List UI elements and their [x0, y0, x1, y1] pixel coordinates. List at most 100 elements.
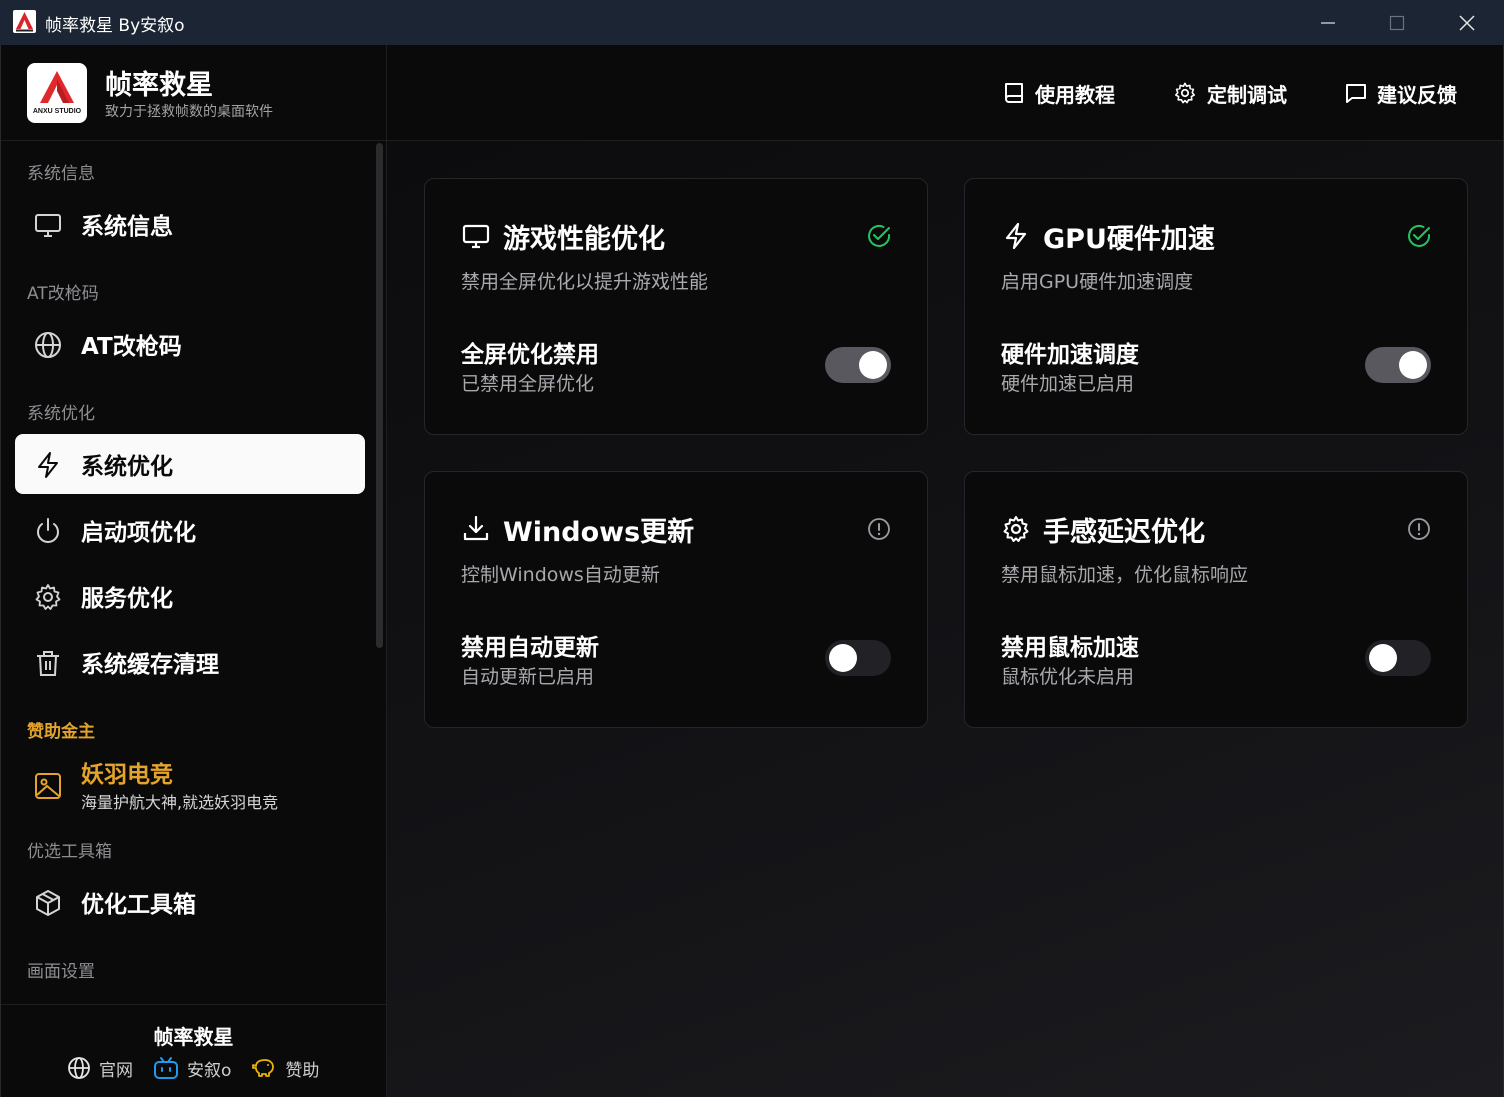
- sidebar-item-at-code[interactable]: AT改枪码: [15, 314, 365, 374]
- piggy-bank-icon: [252, 1059, 275, 1077]
- lightning-icon: [1005, 222, 1027, 250]
- custom-debug-label: 定制调试: [1207, 82, 1287, 107]
- card-game-performance: 游戏性能优化 禁用全屏优化以提升游戏性能 全屏优化禁用 已禁用全屏优化: [424, 178, 928, 435]
- sidebar-item-startup[interactable]: 启动项优化: [15, 500, 365, 560]
- feedback-button[interactable]: 建议反馈: [1345, 77, 1457, 109]
- setting-title: 全屏优化禁用: [461, 342, 599, 368]
- sidebar-item-system-info[interactable]: 系统信息: [15, 194, 365, 254]
- footer-link-donate[interactable]: 赞助: [251, 1056, 319, 1081]
- maximize-icon: [1389, 15, 1405, 30]
- card-description: 启用GPU硬件加速调度: [1001, 271, 1194, 293]
- close-button[interactable]: [1432, 0, 1502, 45]
- auto-update-toggle[interactable]: [825, 640, 891, 676]
- sidebar-item-label: 启动项优化: [81, 520, 196, 546]
- sidebar-item-toolbox[interactable]: 优化工具箱: [15, 872, 365, 932]
- section-label-optimization: 系统优化: [27, 404, 95, 424]
- feedback-label: 建议反馈: [1377, 82, 1457, 107]
- sidebar-footer: 帧率救星 官网 安叙o 赞助: [1, 1004, 386, 1097]
- gear-icon: [35, 584, 61, 610]
- footer-link-website[interactable]: 官网: [67, 1056, 133, 1081]
- hardware-acceleration-toggle[interactable]: [1365, 347, 1431, 383]
- book-icon: [1005, 83, 1023, 103]
- card-title: GPU硬件加速: [1043, 224, 1215, 255]
- app-icon: [13, 10, 36, 33]
- card-description: 控制Windows自动更新: [461, 564, 660, 586]
- info-circle-icon: [1408, 518, 1430, 540]
- sidebar-item-label: 服务优化: [81, 586, 173, 612]
- globe-icon: [35, 332, 61, 358]
- toggle-knob: [1399, 351, 1427, 379]
- gear-icon: [1175, 82, 1195, 104]
- sponsor-name: 妖羽电竞: [81, 762, 173, 788]
- bilibili-icon: [154, 1057, 178, 1079]
- card-title: Windows更新: [503, 517, 695, 548]
- setting-status: 鼠标优化未启用: [1001, 666, 1135, 688]
- main-content: 游戏性能优化 禁用全屏优化以提升游戏性能 全屏优化禁用 已禁用全屏优化 GPU硬…: [387, 141, 1503, 1097]
- gear-icon: [1003, 516, 1029, 542]
- footer-app-name: 帧率救星: [153, 1025, 234, 1049]
- toggle-knob: [829, 644, 857, 672]
- sidebar-item-sponsor[interactable]: 妖羽电竞 海量护航大神,就选妖羽电竞: [15, 749, 365, 819]
- window-title: 帧率救星 By安叙o: [45, 16, 185, 36]
- footer-link-bilibili[interactable]: 安叙o: [153, 1056, 231, 1081]
- sidebar-item-system-optimization[interactable]: 系统优化: [15, 434, 365, 494]
- image-icon: [35, 773, 61, 799]
- card-input-latency: 手感延迟优化 禁用鼠标加速，优化鼠标响应 禁用鼠标加速 鼠标优化未启用: [964, 471, 1468, 728]
- setting-title: 禁用自动更新: [461, 635, 599, 661]
- footer-links: 官网 安叙o 赞助: [67, 1055, 339, 1081]
- sidebar-item-label: 系统优化: [81, 454, 173, 480]
- section-label-sponsor: 赞助金主: [27, 722, 95, 742]
- sidebar-item-services[interactable]: 服务优化: [15, 566, 365, 626]
- sidebar-nav: 系统信息 系统信息 AT改枪码 AT改枪码 系统优化 系统优化 启动项优化 服务…: [1, 141, 386, 1004]
- fullscreen-optimization-toggle[interactable]: [825, 347, 891, 383]
- toggle-knob: [1369, 644, 1397, 672]
- minimize-icon: [1321, 21, 1335, 24]
- setting-title: 禁用鼠标加速: [1001, 635, 1139, 661]
- sidebar: ANXU STUDIO 帧率救星 致力于拯救帧数的桌面软件 系统信息 系统信息 …: [1, 45, 387, 1097]
- card-description: 禁用鼠标加速，优化鼠标响应: [1001, 564, 1249, 586]
- card-description: 禁用全屏优化以提升游戏性能: [461, 271, 709, 293]
- close-icon: [1459, 14, 1475, 31]
- svg-text:ANXU STUDIO: ANXU STUDIO: [33, 108, 82, 115]
- brand-tagline: 致力于拯救帧数的桌面软件: [105, 104, 273, 120]
- setting-status: 已禁用全屏优化: [461, 373, 595, 395]
- section-label-system-info: 系统信息: [27, 164, 95, 184]
- top-header: 使用教程 定制调试 建议反馈: [387, 45, 1503, 141]
- mouse-acceleration-toggle[interactable]: [1365, 640, 1431, 676]
- footer-link-label: 官网: [99, 1060, 133, 1081]
- footer-link-label: 赞助: [285, 1060, 320, 1081]
- card-windows-update: Windows更新 控制Windows自动更新 禁用自动更新 自动更新已启用: [424, 471, 928, 728]
- brand-logo: ANXU STUDIO: [27, 63, 87, 123]
- section-label-toolbox: 优选工具箱: [27, 842, 112, 862]
- footer-link-label: 安叙o: [187, 1060, 232, 1081]
- setting-status: 硬件加速已启用: [1001, 373, 1135, 395]
- card-gpu-acceleration: GPU硬件加速 启用GPU硬件加速调度 硬件加速调度 硬件加速已启用: [964, 178, 1468, 435]
- custom-debug-button[interactable]: 定制调试: [1173, 77, 1287, 109]
- download-icon: [463, 515, 489, 541]
- setting-status: 自动更新已启用: [461, 666, 595, 688]
- sidebar-item-label: AT改枪码: [81, 334, 182, 360]
- message-icon: [1346, 84, 1366, 103]
- toggle-knob: [859, 351, 887, 379]
- section-label-at: AT改枪码: [27, 284, 99, 304]
- brand-header: ANXU STUDIO 帧率救星 致力于拯救帧数的桌面软件: [1, 45, 386, 141]
- sponsor-desc: 海量护航大神,就选妖羽电竞: [81, 793, 279, 812]
- sidebar-item-label: 系统信息: [81, 214, 173, 240]
- tutorial-label: 使用教程: [1035, 82, 1115, 107]
- card-title: 游戏性能优化: [503, 224, 665, 255]
- check-circle-icon: [1408, 224, 1431, 247]
- maximize-button[interactable]: [1362, 0, 1432, 45]
- globe-icon: [68, 1057, 90, 1079]
- minimize-button[interactable]: [1293, 0, 1363, 45]
- sidebar-item-label: 优化工具箱: [81, 892, 196, 918]
- check-circle-icon: [868, 224, 891, 247]
- section-label-display: 画面设置: [27, 962, 95, 982]
- title-bar: 帧率救星 By安叙o: [0, 0, 1504, 45]
- sidebar-item-cache-clean[interactable]: 系统缓存清理: [15, 632, 365, 692]
- sidebar-item-label: 系统缓存清理: [81, 652, 219, 678]
- setting-title: 硬件加速调度: [1001, 342, 1139, 368]
- tutorial-button[interactable]: 使用教程: [1003, 77, 1115, 109]
- monitor-icon: [35, 214, 61, 237]
- power-icon: [37, 518, 59, 543]
- card-title: 手感延迟优化: [1043, 517, 1205, 548]
